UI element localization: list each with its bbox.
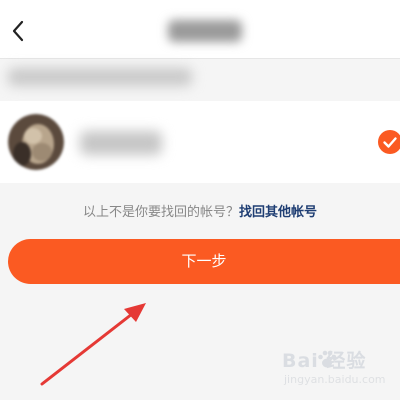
prompt-text: 以上不是你要找回的帐号？ xyxy=(82,205,239,220)
chevron-left-icon xyxy=(12,20,24,42)
account-name-blurred xyxy=(80,131,162,155)
find-other-account-link[interactable]: 找回其他帐号 xyxy=(239,205,317,220)
watermark-url: jingyan.baidu.com xyxy=(284,373,386,386)
page-title-blurred xyxy=(168,20,242,42)
annotation-arrow-icon xyxy=(40,303,146,386)
account-row[interactable] xyxy=(0,101,400,183)
avatar xyxy=(8,114,64,170)
account-prompt: 以上不是你要找回的帐号？找回其他帐号 xyxy=(0,201,400,220)
watermark: Bai 经验 jingyan.baidu.com xyxy=(282,346,398,396)
paw-logo-icon xyxy=(318,350,337,368)
selected-check-icon[interactable] xyxy=(378,130,400,154)
back-button[interactable] xyxy=(6,16,32,46)
top-bar xyxy=(0,0,400,59)
next-step-button[interactable]: 下一步 xyxy=(8,239,400,284)
section-hint-blurred xyxy=(8,68,192,86)
